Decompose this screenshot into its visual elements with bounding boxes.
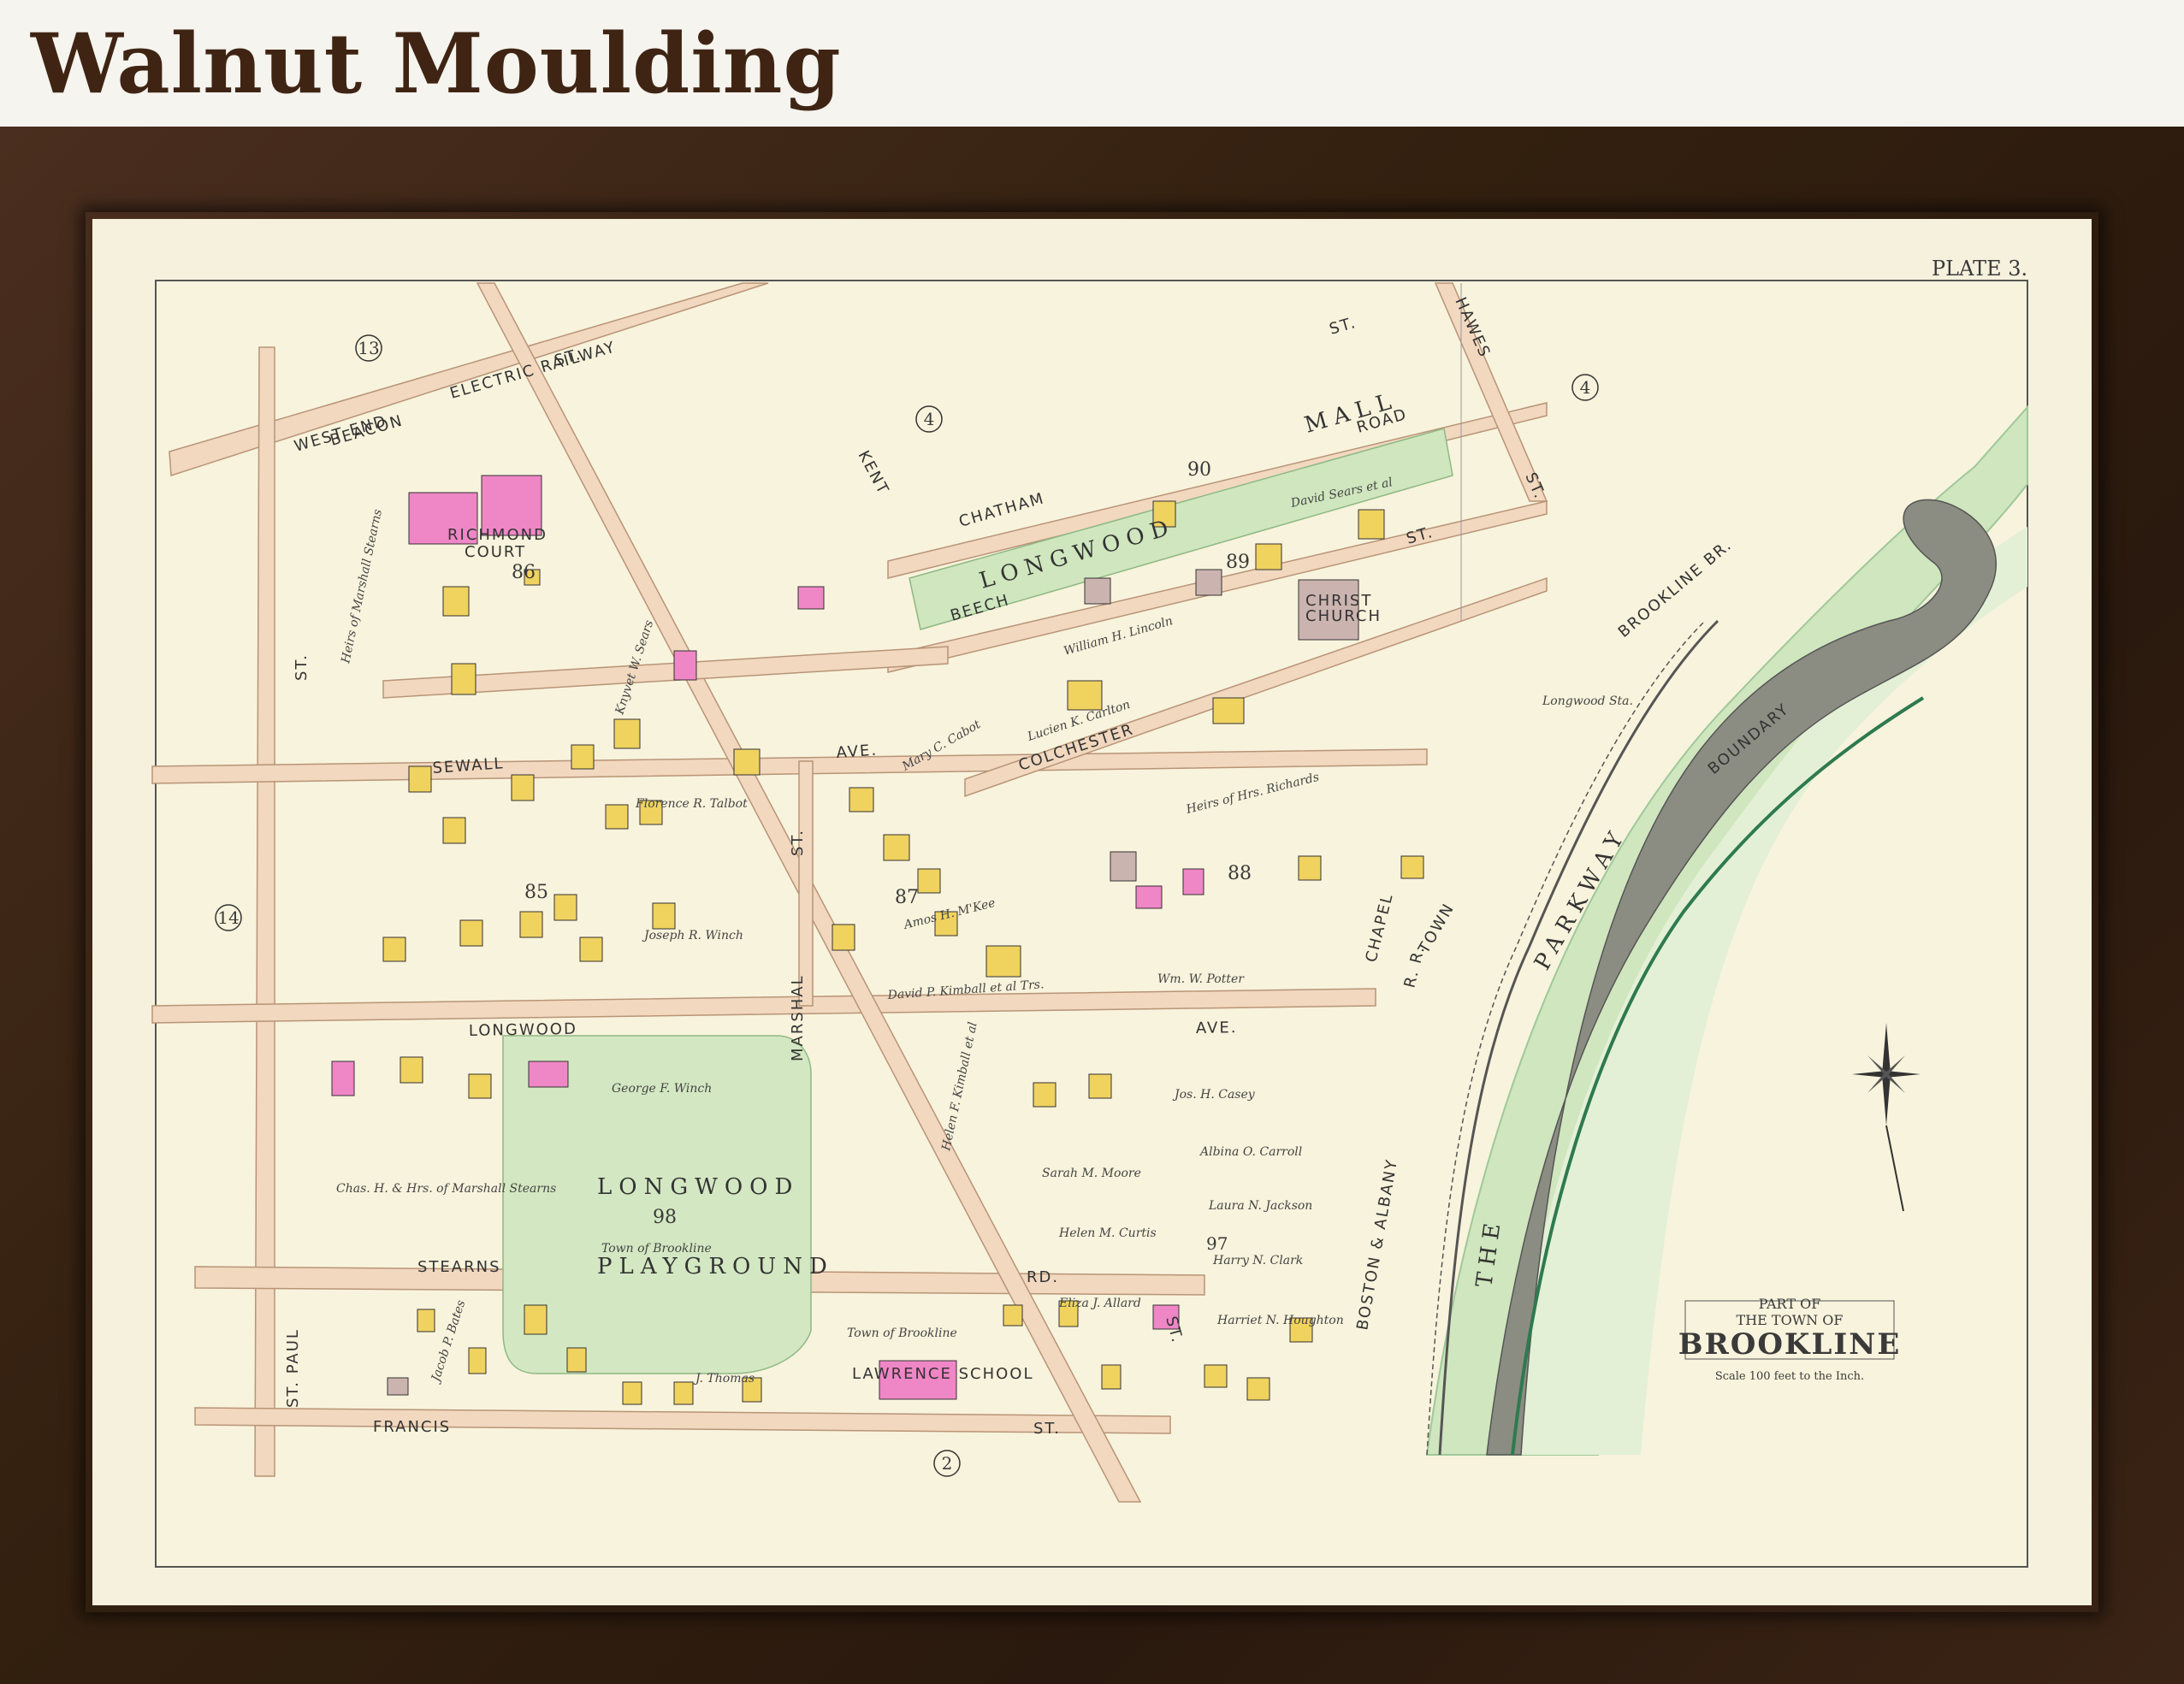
block-87: 87 xyxy=(895,887,919,908)
owner-town-brookline: Town of Brookline xyxy=(847,1327,957,1340)
label-francis: FRANCIS xyxy=(373,1418,451,1436)
block-86: 86 xyxy=(512,562,536,583)
block-89: 89 xyxy=(1226,552,1250,573)
label-playground-1: LONGWOOD xyxy=(597,1174,799,1200)
circle-ref-13: 13 xyxy=(358,338,379,358)
block-98: 98 xyxy=(653,1207,677,1228)
circle-ref-4a: 4 xyxy=(924,409,935,429)
owner-chas-stearns: Chas. H. & Hrs. of Marshall Stearns xyxy=(336,1182,556,1196)
page-header: Walnut Moulding xyxy=(0,0,2184,127)
cartouche-scale: Scale 100 feet to the Inch. xyxy=(1715,1370,1864,1383)
owner-potter: Wm. W. Potter xyxy=(1157,972,1245,986)
label-st-paul: ST. PAUL xyxy=(284,1328,302,1408)
label-playground-owner: Town of Brookline xyxy=(601,1242,712,1256)
label-christ-church-2: CHURCH xyxy=(1305,607,1382,625)
label-richmond-court-2: COURT xyxy=(465,543,526,561)
label-lawrence-school: LAWRENCE SCHOOL xyxy=(852,1365,1033,1383)
owner-talbot: Florence R. Talbot xyxy=(635,797,748,811)
block-97: 97 xyxy=(1206,1233,1228,1254)
moulding-title: Walnut Moulding xyxy=(31,15,842,112)
plate-label: PLATE 3. xyxy=(1932,257,2027,281)
cartouche-part-of: PART OF xyxy=(1759,1296,1821,1312)
block-88: 88 xyxy=(1228,863,1252,884)
circle-ref-2: 2 xyxy=(942,1453,953,1474)
brookline-map: PLATE 3. BEACON ST. ELECTRIC RAILWAY WES… xyxy=(151,257,2028,1568)
label-marshal: MARSHAL xyxy=(789,974,807,1061)
label-rd: RD. xyxy=(1027,1268,1059,1286)
circle-ref-4b: 4 xyxy=(1580,377,1591,398)
block-85: 85 xyxy=(524,882,548,903)
owner-george-winch: George F. Winch xyxy=(612,1082,712,1096)
owner-eliza-allard: Eliza J. Allard xyxy=(1058,1297,1141,1310)
label-st-left: ST. xyxy=(293,653,311,681)
label-playground-2: PLAYGROUND xyxy=(597,1254,834,1279)
owner-casey: Jos. H. Casey xyxy=(1172,1088,1256,1102)
cartouche-brookline: BROOKLINE xyxy=(1678,1327,1902,1362)
owner-houghton: Harriet N. Houghton xyxy=(1216,1314,1344,1327)
label-richmond-court-1: RICHMOND xyxy=(447,526,547,544)
label-francis-st: ST. xyxy=(1033,1420,1061,1438)
circle-ref-14: 14 xyxy=(217,907,239,928)
owner-helen-curtis: Helen M. Curtis xyxy=(1058,1226,1157,1240)
owner-sarah-moore: Sarah M. Moore xyxy=(1042,1167,1141,1180)
label-stearns: STEARNS xyxy=(417,1258,501,1276)
owner-harry-clark: Harry N. Clark xyxy=(1212,1254,1303,1267)
label-longwood-sta: Longwood Sta. xyxy=(1542,694,1633,708)
cartouche-town-of: THE TOWN OF xyxy=(1737,1312,1844,1328)
block-90: 90 xyxy=(1187,459,1211,481)
owner-albina-carroll: Albina O. Carroll xyxy=(1199,1145,1302,1159)
label-marshal-st: ST. xyxy=(789,829,807,856)
owner-laura-jackson: Laura N. Jackson xyxy=(1208,1199,1312,1213)
owner-j-thomas: J. Thomas xyxy=(693,1372,755,1386)
label-sewall-ave: AVE. xyxy=(836,742,879,762)
label-longwood-ave: LONGWOOD xyxy=(469,1020,577,1040)
owner-winch: Joseph R. Winch xyxy=(642,929,743,942)
label-longwood-ave-end: AVE. xyxy=(1196,1019,1238,1037)
